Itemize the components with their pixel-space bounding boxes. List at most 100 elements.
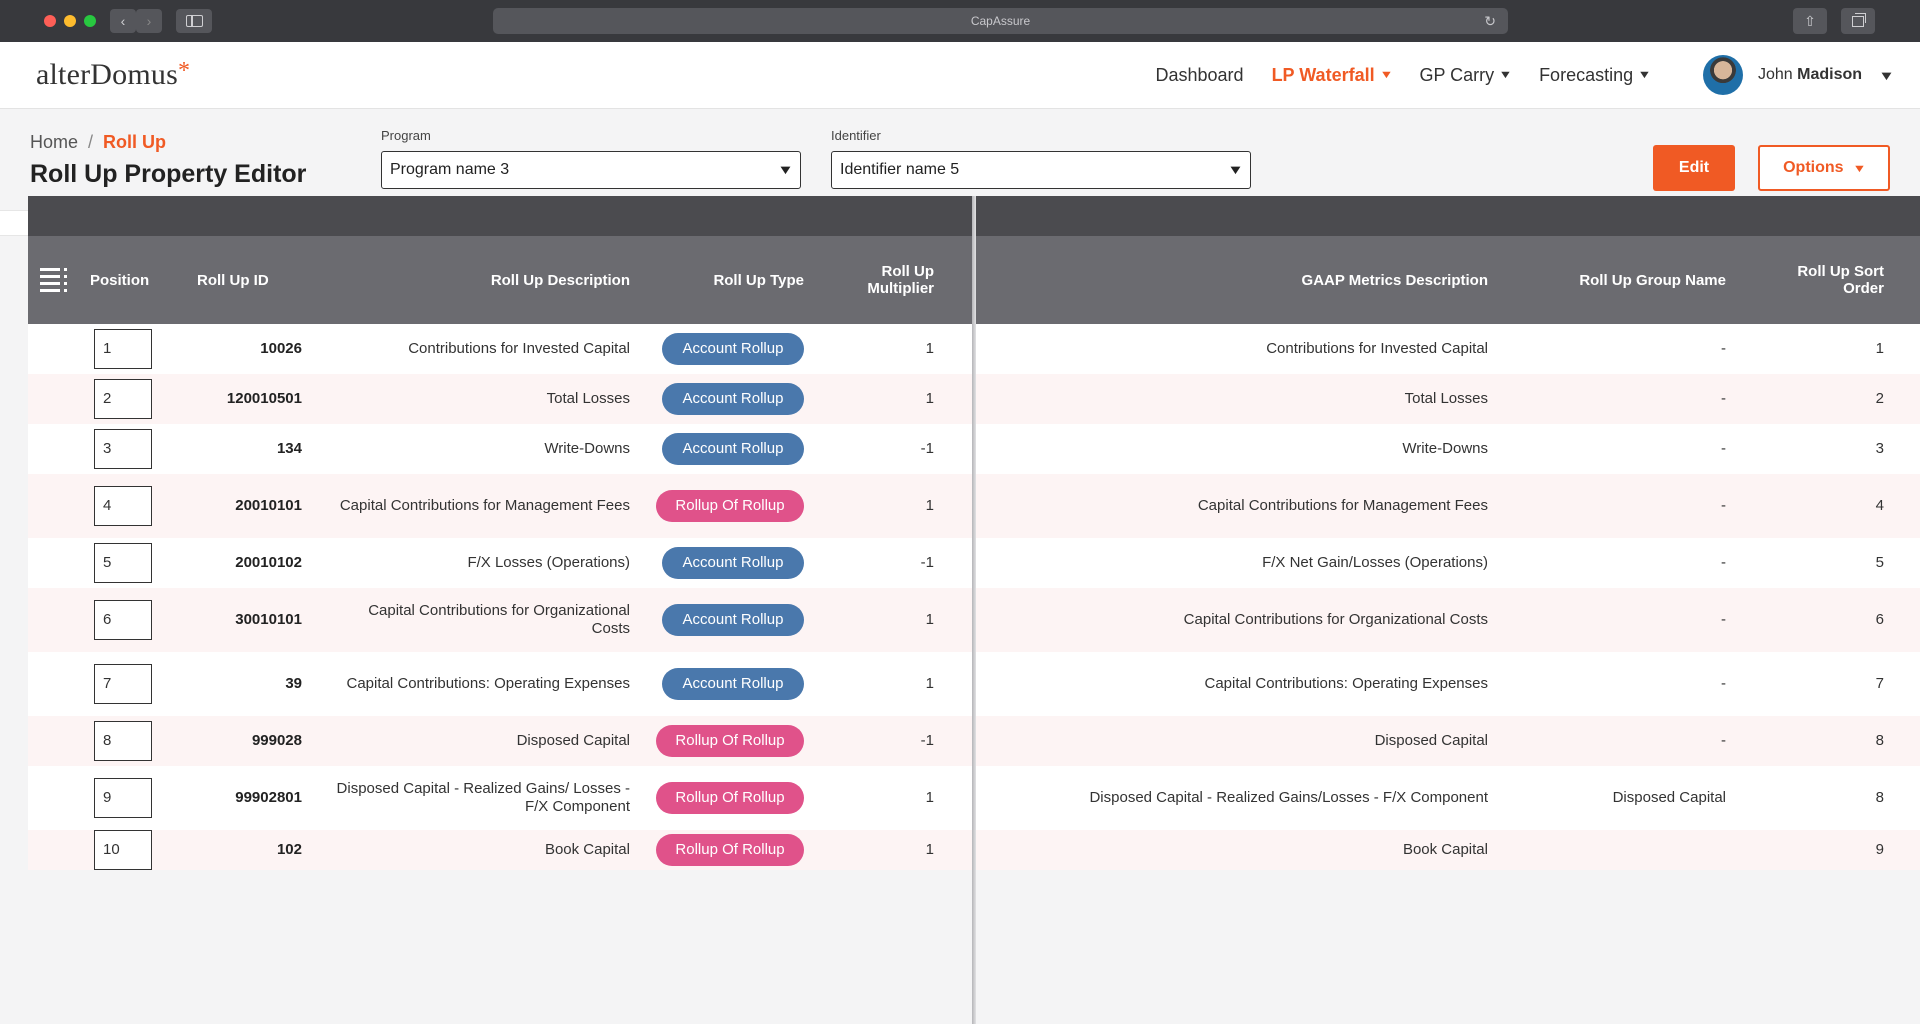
gaap-description: F/X Net Gain/Losses (Operations) xyxy=(1262,554,1488,571)
sidebar-toggle-icon[interactable] xyxy=(176,9,212,33)
position-input[interactable]: 1 xyxy=(94,329,152,369)
forward-button[interactable]: › xyxy=(136,9,162,33)
back-button[interactable]: ‹ xyxy=(110,9,136,33)
chevron-down-icon: ▼ xyxy=(1498,69,1513,81)
col-group-name[interactable]: Roll Up Group Name xyxy=(1498,236,1726,324)
program-select[interactable]: Program name 3 ▼ xyxy=(381,151,801,189)
minimize-window-button[interactable] xyxy=(64,15,76,27)
group-name: - xyxy=(1721,390,1726,407)
rollup-description: F/X Losses (Operations) xyxy=(467,554,630,571)
rollup-multiplier: 1 xyxy=(925,841,934,858)
col-position[interactable]: Position xyxy=(90,236,149,324)
position-input[interactable]: 10 xyxy=(94,830,152,870)
identifier-value: Identifier name 5 xyxy=(840,161,960,178)
gaap-description: Disposed Capital - Realized Gains/Losses… xyxy=(1089,789,1488,806)
sort-order: 8 xyxy=(1875,789,1884,806)
position-input[interactable]: 7 xyxy=(94,664,152,704)
reorder-icon[interactable] xyxy=(40,266,68,294)
rollup-type-badge[interactable]: Rollup Of Rollup xyxy=(656,725,804,757)
sort-order: 7 xyxy=(1875,675,1884,692)
chevron-down-icon: ▼ xyxy=(1227,162,1244,177)
rollup-multiplier: -1 xyxy=(920,732,934,749)
rollup-multiplier: 1 xyxy=(925,390,934,407)
rollup-type-badge[interactable]: Account Rollup xyxy=(662,383,804,415)
nav-forecasting[interactable]: Forecasting ▼ xyxy=(1539,65,1652,86)
nav-label: Dashboard xyxy=(1155,64,1244,85)
position-input[interactable]: 9 xyxy=(94,778,152,818)
rollup-description: Write-Downs xyxy=(544,440,630,457)
position-input[interactable]: 5 xyxy=(94,543,152,583)
breadcrumb: Home / Roll Up xyxy=(30,132,166,153)
sort-order: 2 xyxy=(1875,390,1884,407)
rollup-type-badge[interactable]: Account Rollup xyxy=(662,668,804,700)
brand-logo[interactable]: alterDomus* xyxy=(36,58,190,92)
position-input[interactable]: 2 xyxy=(94,379,152,419)
address-bar[interactable]: CapAssure ↻ xyxy=(493,8,1508,34)
chevron-down-icon[interactable]: ▼ xyxy=(1878,68,1895,83)
rollup-id: 10026 xyxy=(260,340,302,357)
rollup-type-badge[interactable]: Account Rollup xyxy=(662,433,804,465)
col-rollup-type[interactable]: Roll Up Type xyxy=(648,236,804,324)
group-name: - xyxy=(1721,497,1726,514)
group-name: Disposed Capital xyxy=(1612,789,1726,806)
rollup-type-badge[interactable]: Rollup Of Rollup xyxy=(656,834,804,866)
rollup-id: 20010101 xyxy=(235,497,302,514)
tabs-overview-icon[interactable] xyxy=(1841,8,1875,34)
breadcrumb-home[interactable]: Home xyxy=(30,132,78,152)
identifier-select[interactable]: Identifier name 5 ▼ xyxy=(831,151,1251,189)
rollup-description: Contributions for Invested Capital xyxy=(408,340,630,357)
col-rollup-description[interactable]: Roll Up Description xyxy=(328,236,630,324)
nav-dashboard[interactable]: Dashboard xyxy=(1156,65,1244,86)
rollup-type-badge[interactable]: Account Rollup xyxy=(662,604,804,636)
close-window-button[interactable] xyxy=(44,15,56,27)
edit-button[interactable]: Edit xyxy=(1653,145,1735,191)
user-menu[interactable]: John Madison ▼ xyxy=(1703,55,1895,95)
sort-order: 8 xyxy=(1875,732,1884,749)
rollup-id: 999028 xyxy=(251,732,302,749)
share-icon[interactable]: ⇧ xyxy=(1793,8,1827,34)
gaap-description: Book Capital xyxy=(1402,841,1488,858)
logo-asterisk: * xyxy=(177,58,191,84)
group-name xyxy=(1498,830,1726,870)
rollup-type-badge[interactable]: Account Rollup xyxy=(662,547,804,579)
rollup-type-badge[interactable]: Rollup Of Rollup xyxy=(656,490,804,522)
gaap-description: Write-Downs xyxy=(1402,440,1488,457)
sort-order: 4 xyxy=(1875,497,1884,514)
options-button[interactable]: Options ▼ xyxy=(1758,145,1890,191)
position-input[interactable]: 4 xyxy=(94,486,152,526)
rollup-description: Disposed Capital xyxy=(516,732,630,749)
rollup-id: 134 xyxy=(276,440,302,457)
sort-order: 1 xyxy=(1875,340,1884,357)
rollup-description: Total Losses xyxy=(546,390,630,407)
user-name: John Madison xyxy=(1758,66,1862,84)
breadcrumb-current[interactable]: Roll Up xyxy=(103,132,166,152)
position-input[interactable]: 6 xyxy=(94,600,152,640)
position-input[interactable]: 8 xyxy=(94,721,152,761)
gaap-description: Capital Contributions for Organizational… xyxy=(1183,611,1488,628)
col-rollup-id[interactable]: Roll Up ID xyxy=(197,236,269,324)
sort-order: 5 xyxy=(1875,554,1884,571)
nav-gp-carry[interactable]: GP Carry ▼ xyxy=(1419,64,1513,86)
rollup-multiplier: 1 xyxy=(925,497,934,514)
gaap-description: Disposed Capital xyxy=(1374,732,1488,749)
program-label: Program xyxy=(381,128,431,143)
reload-icon[interactable]: ↻ xyxy=(1484,8,1496,34)
col-gaap-description[interactable]: GAAP Metrics Description xyxy=(1028,236,1488,324)
frozen-column-divider[interactable] xyxy=(972,196,976,1024)
rollup-description: Disposed Capital - Realized Gains/ Losse… xyxy=(336,780,630,815)
col-rollup-multiplier[interactable]: Roll Up Multiplier xyxy=(824,236,934,324)
breadcrumb-separator: / xyxy=(88,132,94,152)
sort-order: 3 xyxy=(1875,440,1884,457)
rollup-type-badge[interactable]: Rollup Of Rollup xyxy=(656,782,804,814)
address-text: CapAssure xyxy=(970,14,1031,28)
identifier-label: Identifier xyxy=(831,128,881,143)
nav-lp-waterfall[interactable]: LP Waterfall ▼ xyxy=(1272,65,1394,86)
rollup-id: 99902801 xyxy=(235,789,302,806)
zoom-window-button[interactable] xyxy=(84,15,96,27)
page-title: Roll Up Property Editor xyxy=(30,160,307,188)
position-input[interactable]: 3 xyxy=(94,429,152,469)
nav-label: GP Carry xyxy=(1419,64,1495,85)
gaap-description: Contributions for Invested Capital xyxy=(1266,340,1488,357)
col-sort-order[interactable]: Roll Up Sort Order xyxy=(1768,236,1884,324)
rollup-type-badge[interactable]: Account Rollup xyxy=(662,333,804,365)
